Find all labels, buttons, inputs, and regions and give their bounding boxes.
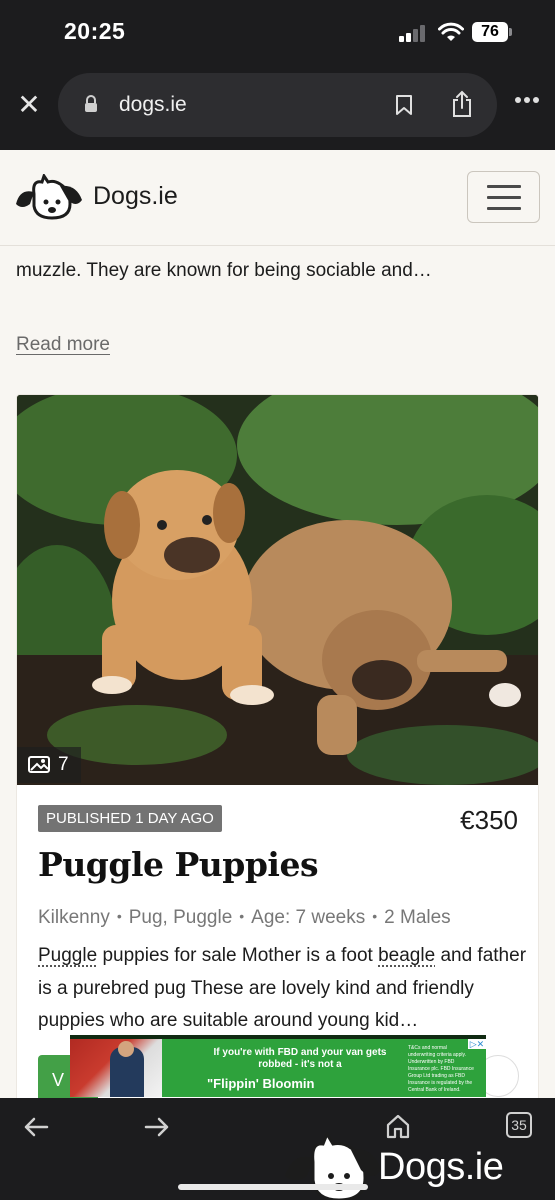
listing-sex: 2 Males <box>384 907 451 928</box>
listing-card[interactable]: 7 PUBLISHED 1 DAY AGO €350 Puggle Puppie… <box>16 394 539 1114</box>
bookmark-icon[interactable] <box>395 94 413 116</box>
read-more-link[interactable]: Read more <box>16 334 110 356</box>
ad-headline: If you're with FBD and your van gets rob… <box>213 1047 387 1070</box>
battery-indicator: 76 <box>472 22 508 42</box>
listing-price: €350 <box>460 805 518 835</box>
ad-slogan: "Flippin' Bloomin <box>207 1076 315 1091</box>
photo-count-badge[interactable]: 7 <box>17 747 81 783</box>
lock-icon <box>85 95 97 112</box>
status-time: 20:25 <box>64 18 126 44</box>
site-name[interactable]: Dogs.ie <box>93 182 178 211</box>
home-indicator[interactable] <box>178 1184 368 1190</box>
back-arrow-icon[interactable] <box>23 1116 49 1138</box>
watermark-text: Dogs.ie <box>378 1146 504 1188</box>
browser-url-bar: ✕ dogs.ie <box>0 70 555 150</box>
status-bar: 20:25 76 <box>0 0 555 70</box>
wifi-icon <box>438 22 464 41</box>
listing-photo[interactable]: 7 <box>17 395 538 785</box>
ad-fine-print: T&Cs and normal underwriting criteria ap… <box>408 1045 474 1093</box>
battery-tip <box>509 28 512 36</box>
address-field[interactable]: dogs.ie <box>58 73 497 137</box>
tabs-counter[interactable]: 35 <box>506 1112 532 1138</box>
listing-breed: Pug, Puggle <box>128 907 233 928</box>
listing-location: Kilkenny <box>38 907 110 928</box>
ad-person-head <box>118 1041 134 1057</box>
listing-title[interactable]: Puggle Puppies <box>38 845 319 884</box>
site-header: Dogs.ie <box>0 150 555 246</box>
image-icon <box>28 756 50 773</box>
browser-toolbar: 35 Dogs.ie <box>0 1098 555 1200</box>
forward-arrow-icon[interactable] <box>144 1116 170 1138</box>
listing-description: Puggle puppies for sale Mother is a foot… <box>38 940 526 1038</box>
photo-count: 7 <box>58 754 69 775</box>
breed-tag-link[interactable]: beagle <box>378 945 435 966</box>
breed-tag-link[interactable]: Puggle <box>38 945 97 966</box>
menu-button[interactable] <box>467 171 540 223</box>
close-icon[interactable]: ✕ <box>14 90 44 120</box>
home-icon[interactable] <box>385 1113 411 1139</box>
url-text: dogs.ie <box>119 93 187 116</box>
ad-banner[interactable]: If you're with FBD and your van gets rob… <box>70 1035 486 1097</box>
share-icon[interactable] <box>450 90 474 118</box>
dog-logo-icon[interactable] <box>14 174 84 220</box>
listing-age: Age: 7 weeks <box>251 907 366 928</box>
adchoices-icon[interactable]: ▷✕ <box>468 1039 486 1049</box>
more-icon[interactable] <box>514 96 540 104</box>
description-text: puppies for sale Mother is a foot <box>97 945 379 966</box>
puppies-photo <box>17 395 538 785</box>
signal-icon <box>399 24 429 42</box>
article-snippet: muzzle. They are known for being sociabl… <box>16 260 432 281</box>
published-badge: PUBLISHED 1 DAY AGO <box>38 805 222 832</box>
listing-meta: Kilkenny • Pug, Puggle • Age: 7 weeks • 2 Male… <box>38 907 451 928</box>
